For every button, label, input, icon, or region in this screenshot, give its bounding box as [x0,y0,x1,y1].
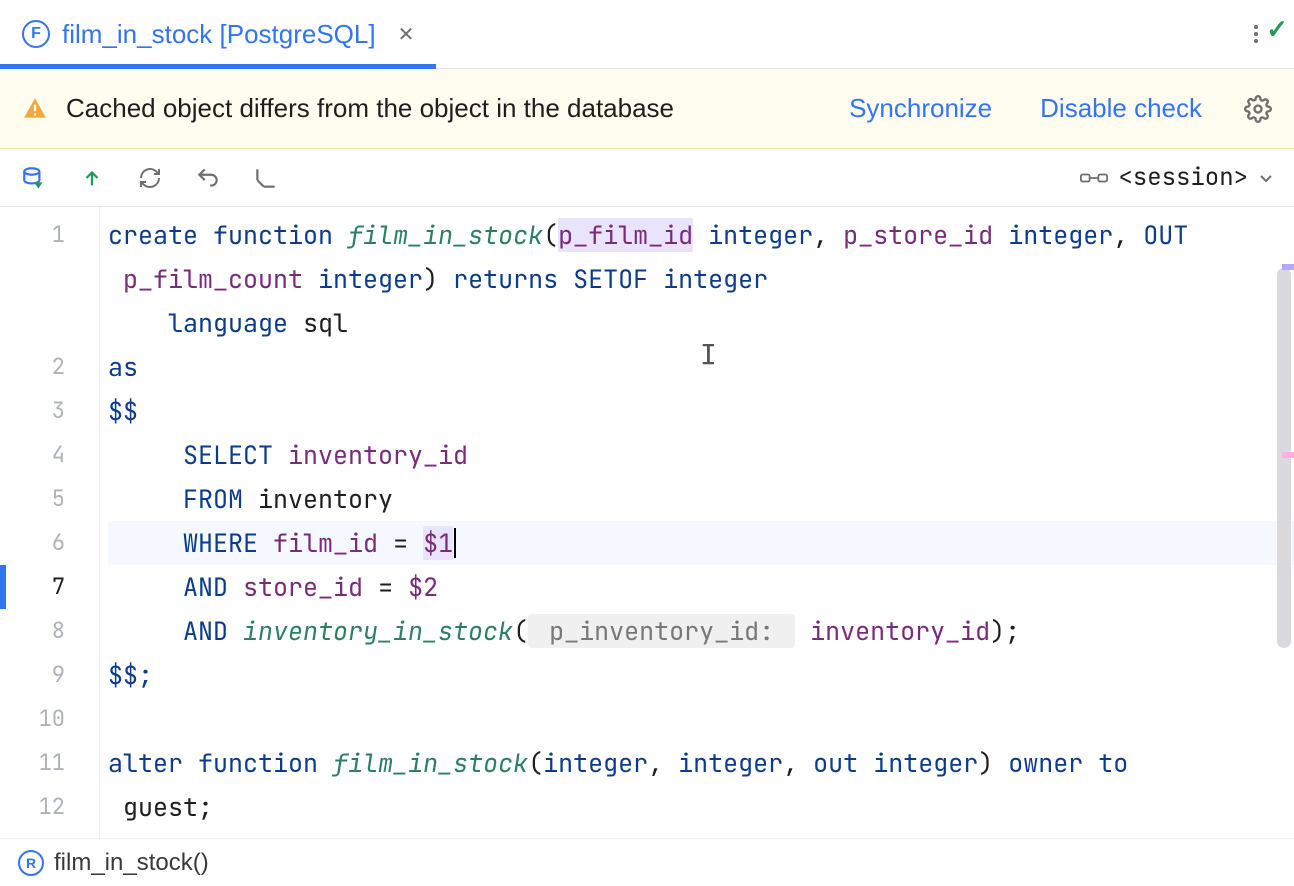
line-number: 4 [0,433,99,477]
warning-banner: Cached object differs from the object in… [0,69,1294,149]
marker-stripe[interactable] [1282,452,1294,458]
warning-message: Cached object differs from the object in… [66,93,674,124]
breadcrumb-label: film_in_stock() [54,849,209,877]
scrollbar-thumb[interactable] [1277,268,1291,648]
function-badge-icon: F [22,20,50,48]
line-number: 5 [0,477,99,521]
run-ddl-icon[interactable] [20,164,48,192]
code-line[interactable]: AND store_id = $2 [108,565,1294,609]
line-number: 10 [0,697,99,741]
code-line[interactable]: WHERE film_id = $1 [108,521,1294,565]
code-line[interactable]: $$ [108,389,1294,433]
code-line[interactable] [108,697,1294,741]
code-line[interactable]: FROM inventory [108,477,1294,521]
session-selector[interactable]: <session> [1080,162,1274,193]
disable-check-link[interactable]: Disable check [1040,93,1202,124]
inspection-ok-icon[interactable]: ✓ [1266,14,1288,45]
line-number: 6 [0,521,99,565]
line-number: 7 [0,565,99,609]
session-label: <session> [1118,162,1248,193]
tab-film-in-stock[interactable]: F film_in_stock [PostgreSQL] ✕ [0,0,436,68]
tab-bar: F film_in_stock [PostgreSQL] ✕ [0,0,1294,69]
code-line[interactable]: SELECT inventory_id [108,433,1294,477]
line-number: 12 [0,785,99,829]
tab-title: film_in_stock [PostgreSQL] [62,19,376,50]
code-editor[interactable]: 1 2 3 4 5 6 7 8 9 10 11 12 𝙸 create func… [0,207,1294,838]
line-number: 3 [0,389,99,433]
close-icon[interactable]: ✕ [398,22,415,47]
migrate-icon[interactable] [252,164,280,192]
marker-stripe[interactable] [1282,264,1294,270]
line-number: 11 [0,741,99,785]
code-line[interactable]: guest; [108,785,1294,829]
line-number [0,257,99,345]
code-line[interactable]: $$; [108,653,1294,697]
synchronize-link[interactable]: Synchronize [849,93,992,124]
rollback-icon[interactable] [194,164,222,192]
caret [454,528,456,558]
breadcrumb[interactable]: R film_in_stock() [0,838,1294,886]
warning-icon [22,96,48,122]
line-number: 2 [0,345,99,389]
gutter: 1 2 3 4 5 6 7 8 9 10 11 12 [0,207,100,838]
code-line[interactable]: as [108,345,1294,389]
code-area[interactable]: 𝙸 create function film_in_stock(p_film_i… [100,207,1294,838]
line-number: 8 [0,609,99,653]
submit-icon[interactable] [78,164,106,192]
line-number: 1 [0,213,99,257]
refresh-icon[interactable] [136,164,164,192]
line-number: 9 [0,653,99,697]
chevron-down-icon [1258,170,1274,186]
gear-icon[interactable] [1244,95,1272,123]
code-line[interactable]: language sql [108,301,1294,345]
editor-toolbar: <session> [0,149,1294,207]
code-line[interactable]: create function film_in_stock(p_film_id … [108,213,1294,257]
code-line[interactable]: alter function film_in_stock(integer, in… [108,741,1294,785]
code-line[interactable]: p_film_count integer) returns SETOF inte… [108,257,1294,301]
inlay-hint: p_inventory_id: [528,614,795,648]
code-line[interactable]: AND inventory_in_stock( p_inventory_id: … [108,609,1294,653]
routine-badge-icon: R [18,850,44,876]
